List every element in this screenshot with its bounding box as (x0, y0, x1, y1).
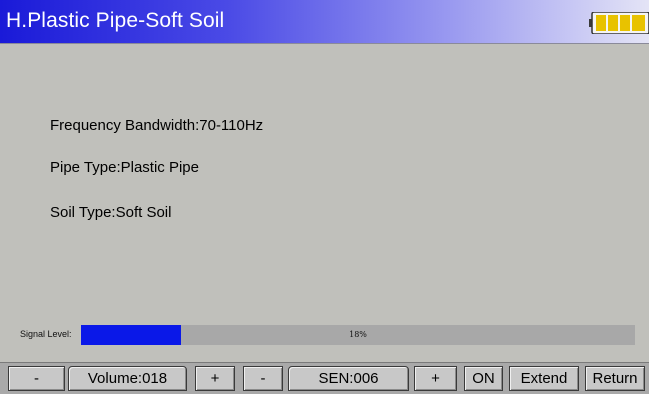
sensitivity-display[interactable]: SEN:006 (288, 366, 409, 391)
volume-up-button[interactable]: + (195, 366, 235, 391)
pipe-type-text: Pipe Type:Plastic Pipe (50, 159, 199, 176)
title-bar: H.Plastic Pipe-Soft Soil (0, 0, 649, 44)
screen: H.Plastic Pipe-Soft Soil Frequency Bandw… (0, 0, 649, 394)
bottom-toolbar: - Volume:018 + - SEN:006 + ON Extend Ret… (0, 362, 649, 394)
signal-level-percent: 18% (349, 330, 367, 339)
extend-button[interactable]: Extend (509, 366, 579, 391)
volume-down-button[interactable]: - (8, 366, 65, 391)
sensitivity-up-button[interactable]: + (414, 366, 457, 391)
frequency-bandwidth-text: Frequency Bandwidth:70-110Hz (50, 117, 264, 134)
page-title: H.Plastic Pipe-Soft Soil (6, 9, 225, 32)
signal-level-label: Signal Level: (20, 329, 72, 339)
on-button[interactable]: ON (464, 366, 503, 391)
soil-type-text: Soil Type:Soft Soil (50, 204, 172, 221)
battery-icon (589, 12, 649, 34)
signal-level-bar: 18% (81, 325, 635, 345)
signal-level: Signal Level: 18% (20, 325, 635, 345)
return-button[interactable]: Return (585, 366, 645, 391)
volume-display[interactable]: Volume:018 (68, 366, 187, 391)
sensitivity-down-button[interactable]: - (243, 366, 283, 391)
